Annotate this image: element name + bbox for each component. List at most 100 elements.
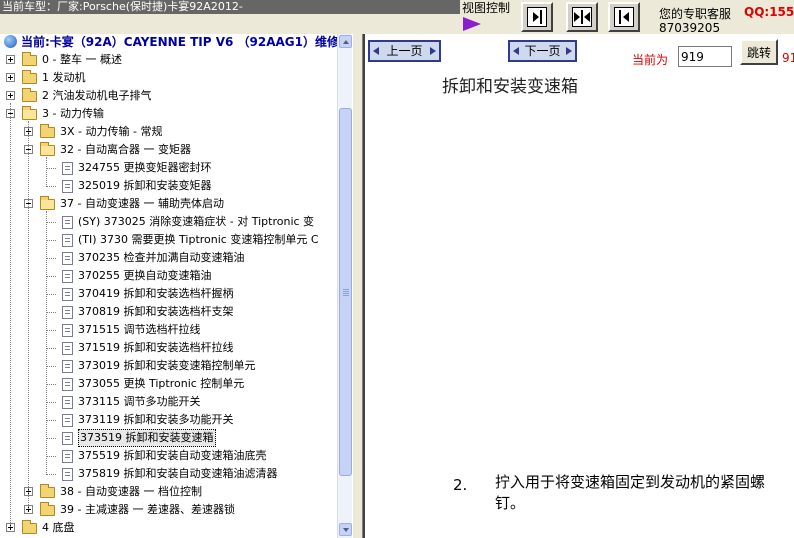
customer-service-label: 您的专职客服 [659,7,732,21]
next-page-label: 下一页 [524,44,561,58]
tree-node-label: 2 汽油发动机电子排气 [42,89,152,102]
pane-splitter[interactable] [352,34,363,538]
tree-node-label: 39 - 主减速器 一 差速器、差速器锁 [60,503,235,516]
tree-document-node[interactable]: 371515 调节选档杆拉线 [0,321,337,339]
scrollbar-thumb[interactable] [339,108,352,476]
tree-folder-node[interactable]: 3 - 动力传输 [0,105,337,123]
document-view: 上一页 下一页 当前为 跳转 91 拆卸和安装变速箱 2. 拧入用于将变速箱固定… [363,34,794,538]
tree-node-label: 370235 检查并加满自动变速箱油 [78,251,245,264]
folder-icon [22,70,37,84]
step-text-line: 拧入用于将变速箱固定到发动机的紧固螺 [495,473,766,491]
folder-icon [22,520,37,534]
folder-icon [22,88,37,102]
tree-folder-node[interactable]: 2 汽油发动机电子排气 [0,87,337,105]
document-icon [62,216,73,229]
tree-node-label: 373519 拆卸和安装变速箱 [78,429,216,447]
tree-document-node[interactable]: 371519 拆卸和安装选档杆拉线 [0,339,337,357]
folder-icon [22,52,37,66]
document-icon [62,252,73,265]
tree-node-label: 0 - 整车 一 概述 [42,53,122,66]
step-number: 2. [453,476,468,494]
arrow-right-icon [566,47,572,55]
tree-document-node[interactable]: 324755 更换变矩器密封环 [0,159,337,177]
tree-node-label: 373019 拆卸和安装变速箱控制单元 [78,359,256,372]
tree-node-label: 325019 拆卸和安装变矩器 [78,179,212,192]
tree-folder-node[interactable]: 1 发动机 [0,69,337,87]
tree-node-label: 1 发动机 [42,71,86,84]
current-vehicle-label: 当前车型：厂家:Porsche(保时捷)卡宴92A2012- [0,0,460,14]
page-number-input[interactable] [678,46,732,67]
tree-folder-node[interactable]: 38 - 自动变速器 一 档位控制 [0,483,337,501]
tree-folder-node[interactable]: 3X - 动力传输 - 常规 [0,123,337,141]
globe-icon [4,35,17,48]
tree-document-node[interactable]: 375819 拆卸和安装自动变速箱油滤清器 [0,465,337,483]
tree-folder-node[interactable]: 4 底盘 [0,519,337,537]
tree-node-label: 373115 调节多功能开关 [78,395,201,408]
step-text-line: 钉。 [495,494,526,512]
folder-icon [40,124,55,138]
tree-document-node[interactable]: 325019 拆卸和安装变矩器 [0,177,337,195]
view-control-arrow-icon [463,17,481,31]
arrow-right-icon [430,47,436,55]
tree-node-label: 375519 拆卸和安装自动变速箱油底壳 [78,449,267,462]
document-icon [62,360,73,373]
step-text: 拧入用于将变速箱固定到发动机的紧固螺 钉。 [495,472,794,514]
scroll-down-arrow-icon[interactable] [339,523,352,536]
tree-document-node[interactable]: (SY) 373025 消除变速箱症状 - 对 Tiptronic 变 [0,213,337,231]
document-icon [62,306,73,319]
view-expand-right-button[interactable] [521,2,553,32]
document-icon [62,432,73,445]
tree-document-node[interactable]: 375519 拆卸和安装自动变速箱油底壳 [0,447,337,465]
tree-root-label: 当前:卡宴（92A）CAYENNE TIP V6 （92AAG1）维修 [21,35,339,49]
expand-plus-icon[interactable] [6,91,15,100]
current-page-label: 当前为 [632,53,669,67]
tree-document-node[interactable]: 373115 调节多功能开关 [0,393,337,411]
jump-button[interactable]: 跳转 [740,39,778,65]
previous-page-button[interactable]: 上一页 [368,40,441,62]
qq-contact-link[interactable]: QQ:1553 [744,5,794,19]
tree-scrollbar[interactable] [337,34,352,538]
expand-plus-icon[interactable] [6,73,15,82]
tree-connector-line [10,103,11,527]
tree-document-node[interactable]: (TI) 3730 需要更换 Tiptronic 变速箱控制单元 C [0,231,337,249]
expand-left-icon [614,7,634,27]
document-icon [62,162,73,175]
tree-node-label: (SY) 373025 消除变速箱症状 - 对 Tiptronic 变 [78,215,315,228]
tree-document-node[interactable]: 370235 检查并加满自动变速箱油 [0,249,337,267]
tree-document-node[interactable]: 370819 拆卸和安装选档杆支架 [0,303,337,321]
expand-right-icon [527,7,547,27]
folder-icon [40,484,55,498]
tree-folder-node[interactable]: 37 - 自动变速器 一 辅助壳体启动 [0,195,337,213]
tree-folder-node[interactable]: 39 - 主减速器 一 差速器、差速器锁 [0,501,337,519]
document-icon [62,180,73,193]
view-split-button[interactable] [566,2,598,32]
document-icon [62,234,73,247]
scroll-up-arrow-icon[interactable] [339,35,352,48]
tree-node-label: 375819 拆卸和安装自动变速箱油滤清器 [78,467,278,480]
tree-node-label: 370419 拆卸和安装选档杆握柄 [78,287,234,300]
tree-node-label: 32 - 自动离合器 一 变矩器 [60,143,191,156]
tree-document-node[interactable]: 373119 拆卸和安装多功能开关 [0,411,337,429]
folder-open-icon [22,106,37,120]
tree-document-node[interactable]: 373019 拆卸和安装变速箱控制单元 [0,357,337,375]
tree-document-node[interactable]: 370255 更换自动变速箱油 [0,267,337,285]
tree-connector-line [28,121,29,509]
document-icon [62,450,73,463]
next-page-button[interactable]: 下一页 [508,40,577,62]
tree-document-node[interactable]: 370419 拆卸和安装选档杆握柄 [0,285,337,303]
phone-number-label: 87039205 [659,22,721,34]
document-icon [62,342,73,355]
document-icon [62,414,73,427]
tree-document-node[interactable]: 373519 拆卸和安装变速箱 [0,429,337,447]
tree-folder-node[interactable]: 32 - 自动离合器 一 变矩器 [0,141,337,159]
expand-plus-icon[interactable] [6,55,15,64]
tree-node-label: 324755 更换变矩器密封环 [78,161,212,174]
tree-folder-node[interactable]: 0 - 整车 一 概述 [0,51,337,69]
split-view-icon [572,7,592,27]
tree-document-node[interactable]: 373055 更换 Tiptronic 控制单元 [0,375,337,393]
document-icon [62,378,73,391]
tree-node-label: 370819 拆卸和安装选档杆支架 [78,305,234,318]
view-expand-left-button[interactable] [608,2,640,32]
tree-root[interactable]: 当前:卡宴（92A）CAYENNE TIP V6 （92AAG1）维修 [4,34,339,50]
document-icon [62,324,73,337]
